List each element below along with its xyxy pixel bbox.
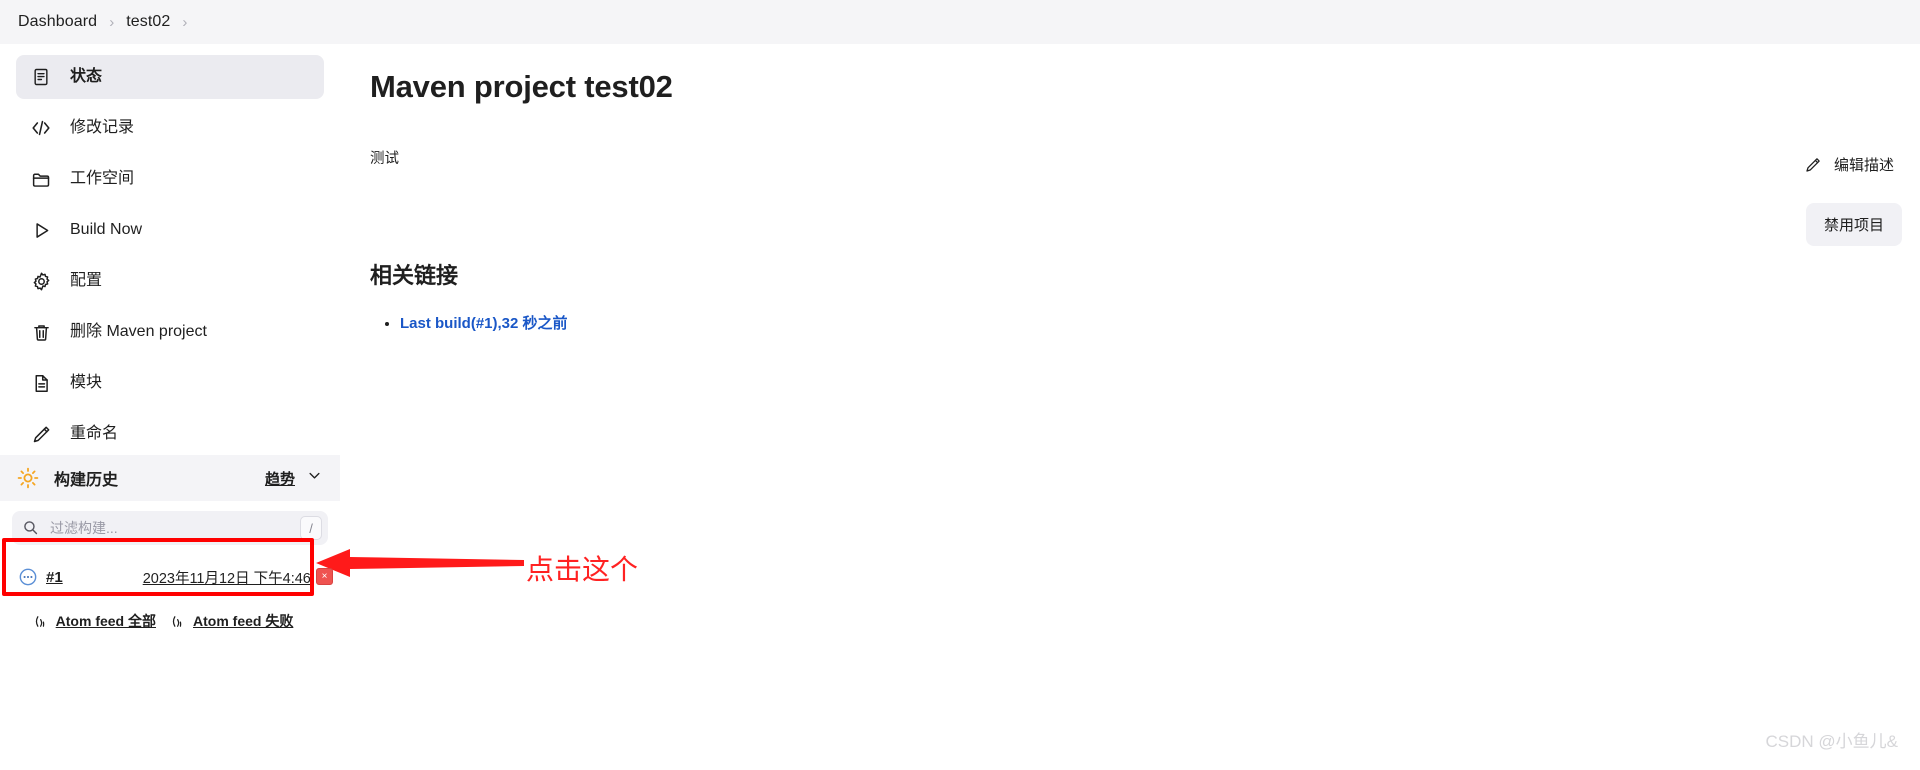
atom-feed-failed-label: Atom feed 失败	[193, 613, 294, 629]
atom-feed-all-label: Atom feed 全部	[55, 613, 156, 629]
chevron-right-icon-2: ›	[182, 13, 188, 31]
last-build-link[interactable]: Last build(#1),32 秒之前	[400, 315, 568, 332]
trend-link[interactable]: 趋势	[265, 468, 295, 489]
cancel-build-button[interactable]: ×	[316, 568, 333, 585]
sidebar-item-modules[interactable]: 模块	[16, 361, 324, 405]
sidebar-item-label: 模块	[70, 374, 103, 391]
status-document-icon	[30, 66, 52, 88]
sidebar-item-rename[interactable]: 重命名	[16, 412, 324, 456]
sidebar-item-label: 配置	[70, 272, 103, 289]
build-row[interactable]: #1 2023年11月12日 下午4:46	[12, 553, 328, 601]
related-links-title: 相关链接	[370, 263, 459, 288]
disable-project-button[interactable]: 禁用项目	[1805, 203, 1902, 246]
pencil-icon-edit	[1804, 156, 1822, 174]
breadcrumb-item-dashboard[interactable]: Dashboard	[18, 13, 97, 31]
search-icon	[22, 519, 40, 537]
chevron-down-icon[interactable]	[307, 468, 322, 488]
sidebar-item-label: 删除 Maven project	[70, 323, 207, 340]
annotation-arrow-icon	[316, 546, 524, 580]
build-filter-row: /	[0, 501, 340, 549]
watermark: CSDN @小鱼儿&	[1765, 732, 1899, 751]
right-rail: 编辑描述 禁用项目	[1796, 150, 1902, 246]
edit-description-button[interactable]: 编辑描述	[1796, 150, 1902, 179]
sidebar-item-label: 状态	[70, 68, 103, 85]
play-triangle-icon	[30, 219, 52, 241]
code-brackets-icon	[30, 117, 52, 139]
sun-icon	[16, 466, 40, 490]
atom-feed-failed-link[interactable]: Atom feed 失败	[172, 611, 293, 631]
breadcrumb-item-test02[interactable]: test02	[126, 13, 170, 31]
chevron-right-icon: ›	[109, 13, 115, 31]
build-timestamp-group: 2023年11月12日 下午4:46	[143, 567, 311, 588]
list-item: Last build(#1),32 秒之前	[400, 312, 1750, 333]
atom-feeds: Atom feed 全部 Atom feed 失败	[0, 611, 340, 631]
build-history-panel: 构建历史 趋势 /	[0, 455, 340, 641]
edit-description-label: 编辑描述	[1833, 157, 1894, 174]
build-filter-box[interactable]: /	[12, 511, 328, 545]
related-links-list: Last build(#1),32 秒之前	[370, 312, 1750, 333]
main-content: Maven project test02 测试 相关链接 Last build(…	[370, 55, 1750, 339]
build-filter-input[interactable]	[48, 519, 300, 537]
gear-icon	[30, 270, 52, 292]
sidebar-item-label: 重命名	[70, 425, 119, 442]
build-history-title: 构建历史	[54, 472, 119, 489]
sidebar-item-changes[interactable]: 修改记录	[16, 106, 324, 150]
file-lines-icon	[30, 372, 52, 394]
project-description: 测试	[370, 151, 399, 167]
build-rows: #1 2023年11月12日 下午4:46	[0, 553, 340, 601]
rss-icon-2	[172, 614, 187, 629]
build-timestamp-link[interactable]: 2023年11月12日 下午4:46	[143, 567, 311, 588]
sidebar-item-status[interactable]: 状态	[16, 55, 324, 99]
sidebar-item-workspace[interactable]: 工作空间	[16, 157, 324, 201]
pencil-icon	[30, 423, 52, 445]
sidebar-item-configure[interactable]: 配置	[16, 259, 324, 303]
trash-icon	[30, 321, 52, 343]
annotation-text: 点击这个	[526, 554, 639, 585]
sidebar-item-delete-project[interactable]: 删除 Maven project	[16, 310, 324, 354]
sidebar-nav-list: 状态 修改记录 工作空间 Build Now 配置 删除 Maven proje…	[0, 55, 340, 456]
sidebar-item-build-now[interactable]: Build Now	[16, 208, 324, 252]
atom-feed-all-link[interactable]: Atom feed 全部	[35, 611, 156, 631]
sidebar: 状态 修改记录 工作空间 Build Now 配置 删除 Maven proje…	[0, 55, 340, 463]
build-history-header: 构建历史 趋势	[0, 455, 340, 501]
filter-shortcut-hint: /	[300, 516, 322, 540]
sidebar-item-label: 修改记录	[70, 119, 135, 136]
folder-icon	[30, 168, 52, 190]
breadcrumb: Dashboard › test02 ›	[0, 0, 1920, 44]
build-number-link[interactable]: #1	[46, 569, 63, 586]
rss-icon	[35, 614, 50, 629]
sidebar-item-label: 工作空间	[70, 170, 135, 187]
sidebar-item-label: Build Now	[70, 221, 143, 238]
build-in-progress-icon	[18, 567, 38, 587]
page-title: Maven project test02	[370, 69, 673, 104]
